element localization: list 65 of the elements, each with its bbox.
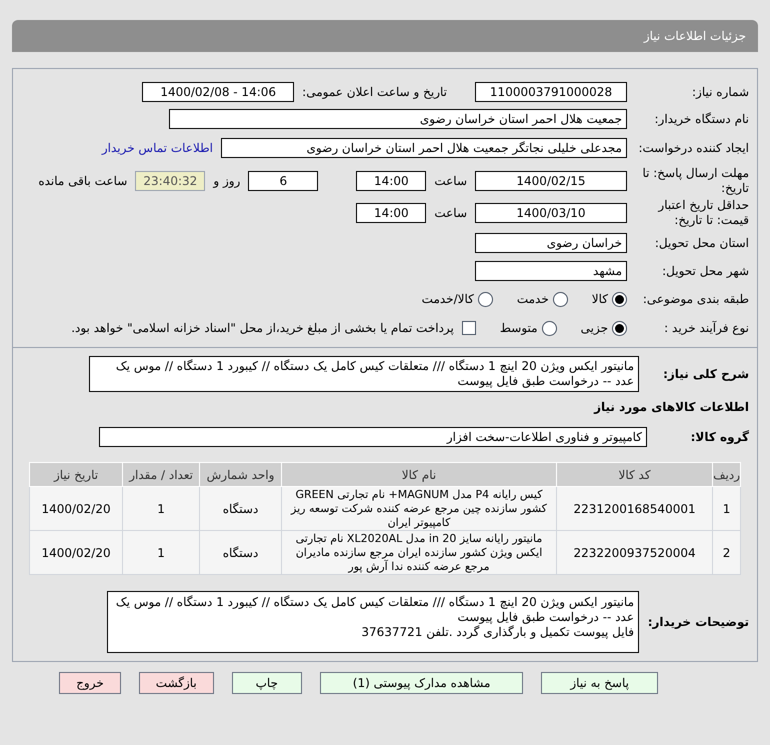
column-header: تاریخ نیاز — [30, 462, 123, 486]
field-label: متوسط — [500, 320, 538, 337]
input-field: 14:00 — [356, 171, 426, 191]
field-label: ایجاد کننده درخواست: — [638, 140, 749, 156]
input-field: 1100003791000028 — [475, 82, 627, 102]
field-label: استان محل تحویل: — [654, 236, 749, 250]
input-field: 1400/02/15 — [475, 171, 627, 191]
field-label: شماره نیاز: — [692, 84, 749, 100]
field-label: ساعت باقی مانده — [38, 173, 128, 190]
field-label: جزیی — [580, 320, 608, 337]
table-cell: 1 — [122, 530, 200, 574]
input-field: 14:00 — [356, 203, 426, 223]
radio-button[interactable] — [552, 292, 568, 306]
input-field: 1400/02/08 - 14:06 — [142, 82, 294, 102]
table-cell: مانیتور رایانه سایز 20 in مدل XL2020AL نام تجارتی ایکس ویژن کشور سازنده ایران مرجع سازنده مادیران مرجع عرضه کننده ندا آرش پور — [281, 530, 556, 574]
input-field: خراسان رضوی — [475, 233, 627, 253]
field-label: روز و — [213, 173, 240, 190]
radio-button[interactable] — [612, 292, 627, 306]
field-label: خدمت — [516, 291, 549, 308]
field-label: مهلت ارسال پاسخ: تا تاریخ: — [641, 166, 749, 196]
input-field: مجدعلی خلیلی نجاتگر جمعیت هلال احمر استان خراسان رضوی — [221, 138, 627, 158]
table-cell: 1400/02/20 — [30, 530, 123, 574]
field-label: شرح کلی نیاز: — [663, 367, 749, 381]
field-label: توضیحات خریدار: — [648, 615, 749, 629]
column-header: نام کالا — [281, 462, 556, 486]
field-label: تاریخ و ساعت اعلان عمومی: — [302, 84, 447, 101]
radio-button[interactable] — [542, 320, 557, 336]
note-line: مانیتور ایکس ویژن 20 اینچ 1 دستگاه /// متعلقات کیس کامل یک دستگاه // کیبورد 1 دستگاه // موس یک عدد -- درخواست طبق فایل پیوست — [114, 595, 634, 625]
field-label: کالا — [592, 291, 608, 308]
field-label: طبقه بندی موضوعی: — [642, 292, 749, 306]
action-button[interactable]: پاسخ به نیاز — [541, 672, 658, 694]
field-label: پرداخت تمام یا بخشی از مبلغ خرید،از محل "اسناد خزانه اسلامی" خواهد بود. — [71, 320, 454, 337]
column-header: تعداد / مقدار — [122, 462, 200, 486]
input-field: کامپیوتر و فناوری اطلاعات-سخت افزار — [99, 427, 647, 447]
action-button[interactable]: چاپ — [232, 672, 302, 694]
action-button[interactable]: مشاهده مدارک پیوستی (1) — [320, 672, 524, 694]
checkbox[interactable] — [462, 321, 476, 335]
field-label: ساعت — [434, 173, 467, 190]
description-box: مانیتور ایکس ویژن 20 اینچ 1 دستگاه /// متعلقات کیس کامل یک دستگاه // کیبورد 1 دستگاه // موس یک عدد -- درخواست طبق فایل پیوست — [89, 356, 639, 392]
input-field: 6 — [248, 171, 318, 191]
field-label: ساعت — [434, 205, 467, 222]
column-header: ردیف — [712, 462, 740, 486]
field-label: گروه کالا: — [690, 430, 749, 444]
action-button[interactable]: بازگشت — [138, 672, 214, 694]
input-field: 1400/03/10 — [475, 203, 627, 223]
action-button[interactable]: خروج — [59, 672, 121, 694]
column-header: واحد شمارش — [200, 462, 282, 486]
table-cell: 2232200937520004 — [556, 530, 713, 574]
buyer-contact-link[interactable]: اطلاعات تماس خریدار — [102, 139, 213, 157]
table-cell: دستگاه — [200, 530, 282, 574]
field-label: حداقل تاریخ اعتبار قیمت: تا تاریخ: — [656, 198, 749, 228]
radio-button[interactable] — [612, 320, 627, 336]
field-label: کالا/خدمت — [422, 291, 474, 308]
column-header: کد کالا — [556, 462, 713, 486]
page-title: جزئیات اطلاعات نیاز — [644, 28, 746, 45]
field-label: شهر محل تحویل: — [662, 264, 749, 278]
radio-button[interactable] — [478, 292, 493, 306]
field-label: نوع فرآیند خرید : — [664, 320, 749, 336]
table-cell: 2 — [712, 530, 740, 574]
field-label: نام دستگاه خریدار: — [654, 112, 749, 126]
note-line: فایل پیوست تکمیل و بارگذاری گردد .تلفن 37637721 — [360, 625, 634, 640]
countdown-timer: 23:40:32 — [135, 171, 206, 191]
input-field: مشهد — [475, 261, 627, 281]
field-label: اطلاعات کالاهای مورد نیاز — [594, 399, 749, 416]
input-field: جمعیت هلال احمر استان خراسان رضوی — [169, 109, 627, 129]
